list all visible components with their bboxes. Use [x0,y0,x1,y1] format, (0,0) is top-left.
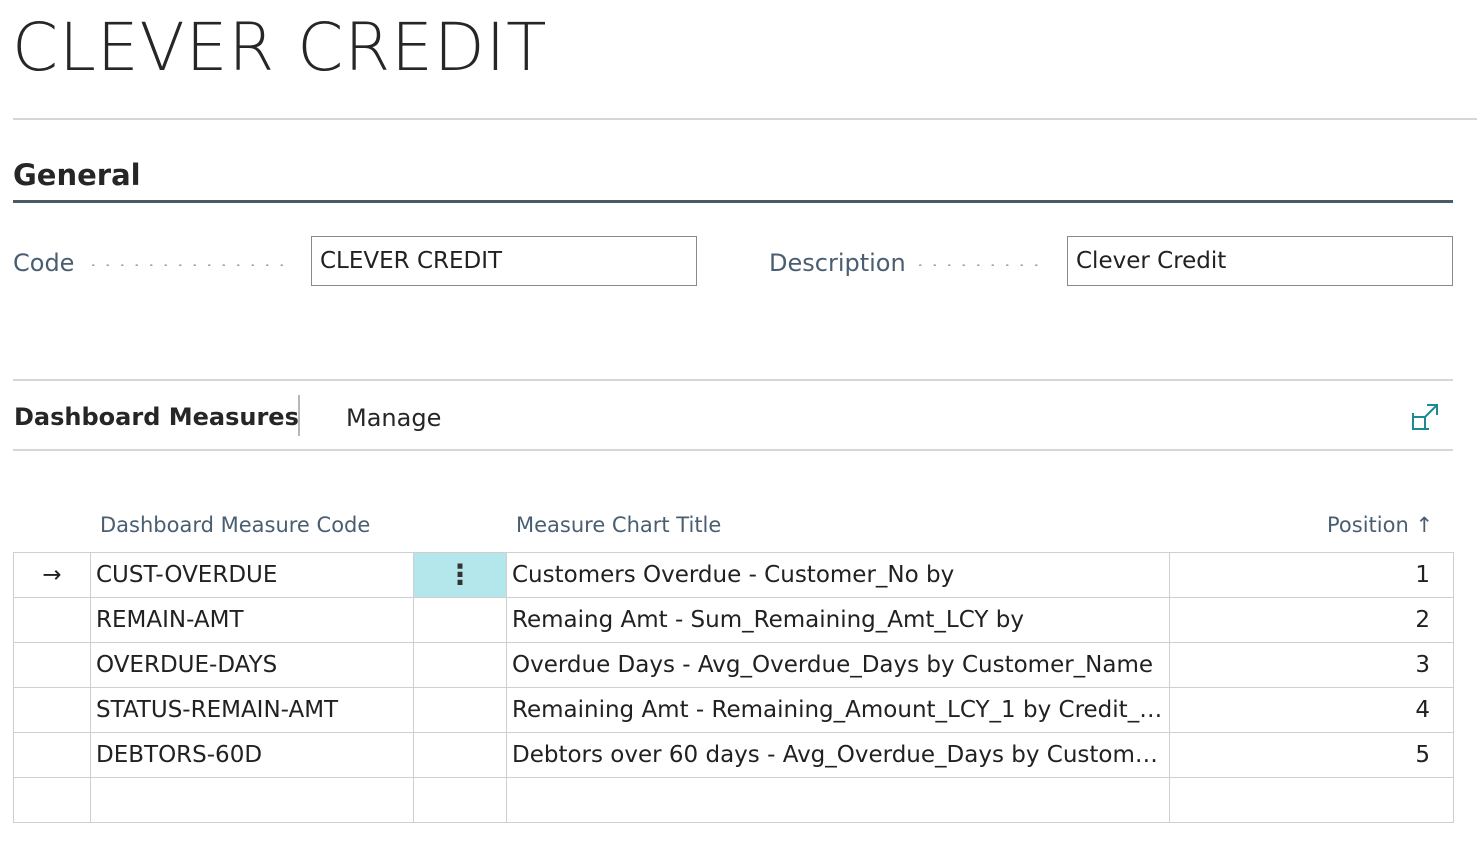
position-cell[interactable]: 1 [1169,552,1454,598]
row-selector-cell[interactable] [13,687,91,733]
sort-ascending-icon: ↑ [1415,513,1434,537]
dashboard-measures-table: → CUST-OVERDUE ⋮ Customers Overdue - Cus… [13,552,1454,823]
subpage-top-divider [13,379,1453,381]
measure-code-cell[interactable]: DEBTORS-60D [90,732,414,778]
description-label: Description [769,249,906,277]
column-header-position-label: Position [1327,513,1409,537]
measure-code-cell[interactable]: OVERDUE-DAYS [90,642,414,688]
row-selector-cell[interactable] [13,777,91,823]
position-cell[interactable]: 5 [1169,732,1454,778]
row-selector-cell[interactable] [13,732,91,778]
column-header-position[interactable]: Position ↑ [1327,510,1433,540]
table-row[interactable]: DEBTORS-60D Debtors over 60 days - Avg_O… [13,732,1454,778]
fasttab-general-title[interactable]: General [13,155,141,195]
table-row[interactable]: STATUS-REMAIN-AMT Remaining Amt - Remain… [13,687,1454,733]
table-row-new[interactable] [13,777,1454,823]
chart-title-cell[interactable] [506,777,1170,823]
table-row[interactable]: → CUST-OVERDUE ⋮ Customers Overdue - Cus… [13,552,1454,598]
measure-code-cell[interactable] [90,777,414,823]
code-label-leader [86,264,292,266]
page-title: CLEVER CREDIT [12,9,548,86]
title-divider [13,118,1477,120]
chart-title-cell[interactable]: Remaing Amt - Sum_Remaining_Amt_LCY by [506,597,1170,643]
code-label: Code [13,249,75,277]
subpage-title[interactable]: Dashboard Measures [14,401,299,433]
position-cell[interactable]: 3 [1169,642,1454,688]
position-cell[interactable] [1169,777,1454,823]
column-header-code[interactable]: Dashboard Measure Code [100,510,370,540]
row-actions-cell[interactable] [413,732,507,778]
measure-code-cell[interactable]: STATUS-REMAIN-AMT [90,687,414,733]
subpage-bottom-divider [13,449,1453,451]
row-actions-cell[interactable] [413,777,507,823]
row-actions-cell[interactable] [413,687,507,733]
chart-title-cell[interactable]: Customers Overdue - Customer_No by [506,552,1170,598]
chart-title-cell[interactable]: Remaining Amt - Remaining_Amount_LCY_1 b… [506,687,1170,733]
position-cell[interactable]: 2 [1169,597,1454,643]
current-row-cell[interactable]: → [13,552,91,598]
measure-code-cell[interactable]: REMAIN-AMT [90,597,414,643]
description-field[interactable] [1067,236,1453,286]
current-row-arrow-icon: → [42,562,62,588]
subpage-action-separator [298,395,300,436]
chart-title-cell[interactable]: Debtors over 60 days - Avg_Overdue_Days … [506,732,1170,778]
row-selector-cell[interactable] [13,642,91,688]
row-actions-cell[interactable]: ⋮ [413,552,507,598]
measure-code-cell[interactable]: CUST-OVERDUE [90,552,414,598]
chart-title-cell[interactable]: Overdue Days - Avg_Overdue_Days by Custo… [506,642,1170,688]
position-cell[interactable]: 4 [1169,687,1454,733]
column-header-title[interactable]: Measure Chart Title [516,510,721,540]
description-label-leader [913,264,1048,266]
manage-menu[interactable]: Manage [346,402,441,434]
row-selector-cell[interactable] [13,597,91,643]
code-field[interactable] [311,236,697,286]
row-actions-cell[interactable] [413,597,507,643]
more-options-icon[interactable]: ⋮ [446,560,474,589]
expand-icon[interactable] [1410,402,1440,432]
fasttab-general-divider [13,200,1453,203]
table-row[interactable]: OVERDUE-DAYS Overdue Days - Avg_Overdue_… [13,642,1454,688]
row-actions-cell[interactable] [413,642,507,688]
table-row[interactable]: REMAIN-AMT Remaing Amt - Sum_Remaining_A… [13,597,1454,643]
